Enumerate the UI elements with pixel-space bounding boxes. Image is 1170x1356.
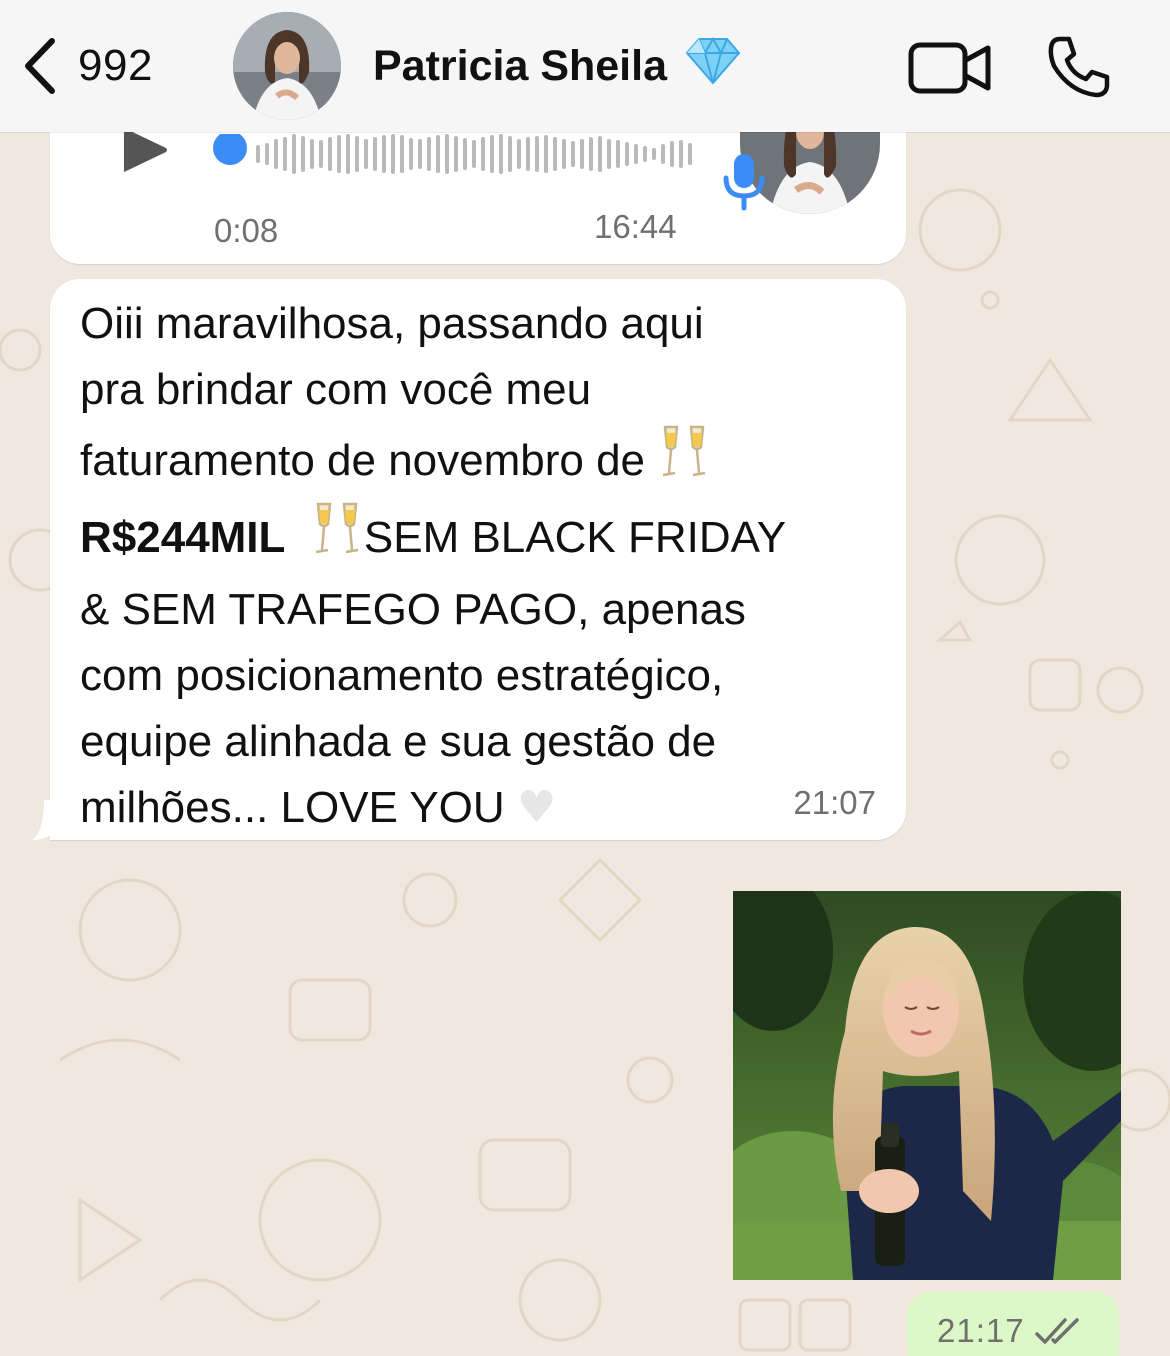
message-time: 16:44 <box>594 208 677 245</box>
microphone-icon <box>722 152 766 217</box>
waveform-bar <box>571 141 575 167</box>
unread-count: 992 <box>78 41 153 90</box>
chat-header: 992 Patricia Sheila <box>0 0 1170 132</box>
bubble-tail <box>32 800 52 840</box>
waveform-bar <box>409 138 413 170</box>
gem-icon <box>683 36 743 96</box>
audio-duration: 0:08 <box>214 212 279 249</box>
waveform-bar <box>319 140 323 168</box>
waveform-bar <box>661 144 665 164</box>
double-check-icon <box>1034 1318 1079 1344</box>
play-icon <box>124 128 167 172</box>
outgoing-status-bubble: 21:17 <box>907 1292 1119 1356</box>
voice-call-button[interactable] <box>1046 34 1112 105</box>
waveform-bar <box>301 136 305 172</box>
waveform-bar <box>373 137 377 171</box>
waveform-bar <box>427 137 431 171</box>
waveform-bar <box>310 139 314 169</box>
audio-waveform[interactable] <box>212 131 710 193</box>
waveform-bar <box>508 136 512 172</box>
waveform-bar <box>562 139 566 169</box>
play-button[interactable] <box>122 126 170 179</box>
waveform-bar <box>292 134 296 174</box>
image-message[interactable] <box>733 891 1121 1280</box>
champagne-glasses-icon <box>310 500 364 577</box>
waveform-bar <box>652 148 656 160</box>
waveform-bar <box>391 134 395 174</box>
waveform-bar <box>589 137 593 171</box>
text-message[interactable]: Oiii maravilhosa, passando aqui pra brin… <box>50 279 906 840</box>
waveform-bar <box>616 140 620 168</box>
playhead-dot[interactable] <box>213 131 247 165</box>
waveform-bar <box>346 134 350 174</box>
waveform-bar <box>688 143 692 165</box>
waveform-bar <box>454 136 458 172</box>
waveform-bar <box>598 136 602 172</box>
waveform-bar <box>364 139 368 169</box>
message-time: 21:07 <box>793 784 876 821</box>
waveform-bar <box>355 136 359 172</box>
contact-name[interactable]: Patricia Sheila <box>373 36 743 96</box>
waveform-bar <box>580 139 584 169</box>
back-button[interactable]: 992 <box>22 36 153 96</box>
waveform-bar <box>634 144 638 164</box>
contact-name-text: Patricia Sheila <box>373 41 667 90</box>
waveform-bar <box>544 135 548 173</box>
waveform-bar <box>499 134 503 174</box>
waveform-bar <box>535 136 539 172</box>
waveform-bar <box>256 145 260 163</box>
waveform-bar <box>553 137 557 171</box>
waveform-bar <box>517 139 521 169</box>
waveform-bar <box>481 137 485 171</box>
waveform-bar <box>445 134 449 174</box>
waveform-bar <box>526 137 530 171</box>
chevron-left-icon <box>25 38 55 94</box>
message-text: Oiii maravilhosa, passando aqui pra brin… <box>80 299 787 833</box>
waveform-bar <box>490 135 494 173</box>
white-heart-icon: ♥ <box>516 782 557 833</box>
champagne-glasses-icon <box>657 423 711 500</box>
waveform-bar <box>436 135 440 173</box>
waveform-bar <box>670 141 674 167</box>
waveform-bar <box>400 135 404 173</box>
waveform-bar <box>472 140 476 168</box>
waveform-bar <box>607 139 611 169</box>
waveform-bar <box>382 135 386 173</box>
waveform-bar <box>463 138 467 170</box>
message-time: 21:17 <box>937 1312 1025 1349</box>
waveform-bar <box>328 137 332 171</box>
waveform-bar <box>337 135 341 173</box>
waveform-bar <box>265 143 269 165</box>
contact-avatar[interactable] <box>233 12 341 120</box>
waveform-bar <box>283 137 287 171</box>
waveform-bar <box>643 146 647 162</box>
waveform-bar <box>274 139 278 169</box>
phone-icon <box>1048 36 1110 98</box>
video-camera-icon <box>908 42 991 94</box>
waveform-bar <box>418 139 422 169</box>
waveform-bar <box>679 140 683 168</box>
video-call-button[interactable] <box>908 40 992 101</box>
waveform-bar <box>625 142 629 166</box>
